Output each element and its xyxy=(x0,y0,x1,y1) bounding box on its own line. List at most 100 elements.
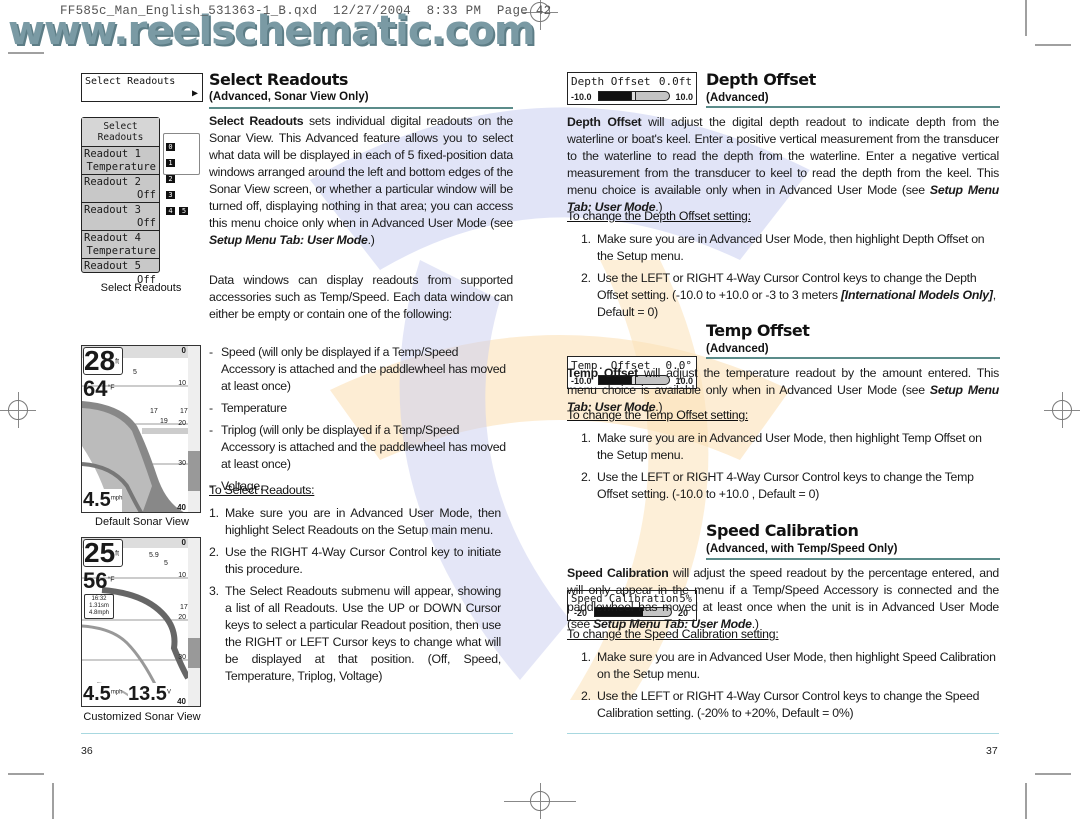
speed-readout: 4.5mph xyxy=(83,489,123,512)
widget-value: 0.0ft xyxy=(658,75,692,88)
step-text: Use the RIGHT 4-Way Cursor Control key t… xyxy=(225,545,501,576)
right-triangle-icon: ▶ xyxy=(191,88,198,99)
select-readouts-steps: 1. Make sure you are in Advanced User Mod… xyxy=(209,505,501,690)
temp-readout: 64°F xyxy=(83,376,115,402)
temp-value: 56 xyxy=(83,568,108,593)
readout-value: Temperature xyxy=(86,161,156,173)
readouts-panel: Select Readouts Readout 1 Temperature Rea… xyxy=(81,117,160,286)
step-number: 2. xyxy=(581,470,591,484)
speed-calibration-description: Speed Calibration will adjust the speed … xyxy=(567,565,999,633)
readouts-caption: Select Readouts xyxy=(100,282,182,294)
fish-label: 5.9 xyxy=(149,552,159,559)
scale-label: 20 xyxy=(178,420,186,427)
desc-bold: Speed Calibration xyxy=(567,566,669,580)
readout-name: Readout 1 xyxy=(84,148,141,160)
select-readouts-subtitle: (Advanced, Sonar View Only) xyxy=(209,91,369,103)
fish-label: 5 xyxy=(164,560,168,567)
list-item: Triplog (will only be displayed if a Tem… xyxy=(209,422,513,473)
desc-bold: Depth Offset xyxy=(567,115,642,129)
readout-name: Readout 3 xyxy=(84,204,141,216)
file-header: FF585c_Man_English_531363-1_B.qxd 12/27/… xyxy=(60,4,552,18)
depth-offset-widget[interactable]: Depth Offset 0.0ft -10.0 10.0 xyxy=(567,72,697,105)
temp-offset-steps: 1. Make sure you are in Advanced User Mod… xyxy=(581,430,999,508)
readout-position-map: 0 1 2 3 4 5 xyxy=(163,133,200,215)
readout-row-4[interactable]: Readout 4 Temperature xyxy=(82,231,159,259)
registration-mark-right xyxy=(1052,400,1072,420)
voltage-unit: V xyxy=(166,689,171,696)
default-sonar-caption: Default Sonar View xyxy=(95,516,189,528)
triplog-avg-speed: 4.8mph xyxy=(88,610,109,616)
widget-max: 10.0 xyxy=(675,92,693,102)
page-number-right: 37 xyxy=(986,745,998,757)
depth-offset-description: Depth Offset will adjust the digital dep… xyxy=(567,114,999,216)
crop-mark xyxy=(1025,0,1027,36)
fish-label: 17 xyxy=(180,408,188,415)
position-cell: 0 xyxy=(166,143,175,151)
step-text: Use the LEFT or RIGHT 4-Way Cursor Contr… xyxy=(597,689,980,720)
slider-track[interactable] xyxy=(598,91,670,101)
scale-label: 40 xyxy=(177,697,186,706)
step-item: 1. Make sure you are in Advanced User Mod… xyxy=(581,430,999,464)
intro-text: sets individual digital readouts on the … xyxy=(209,114,513,230)
speed-unit: mph xyxy=(110,495,123,502)
step-item: 2. Use the LEFT or RIGHT 4-Way Cursor Con… xyxy=(581,688,999,722)
select-readouts-intro: Select Readouts sets individual digital … xyxy=(209,113,513,249)
step-text: Make sure you are in Advanced User Mode,… xyxy=(225,506,501,537)
customized-sonar-view: 25ft 56°F 16:32 1.31sm 4.8mph 4.5mph 13.… xyxy=(81,537,201,707)
speed-calibration-title: Speed Calibration xyxy=(706,521,859,540)
step-item: 2. Use the LEFT or RIGHT 4-Way Cursor Con… xyxy=(581,270,999,321)
voltage-value: 13.5 xyxy=(128,683,167,705)
data-windows-paragraph: Data windows can display readouts from s… xyxy=(209,273,513,321)
fish-label: 17 xyxy=(150,408,158,415)
footer-rule-left xyxy=(81,733,513,734)
step-item: 3. The Select Readouts submenu will appea… xyxy=(209,583,501,685)
position-cell: 4 xyxy=(166,207,175,215)
sonar-color-bar-band xyxy=(188,638,200,668)
slider-thumb[interactable] xyxy=(631,92,636,100)
custom-sonar-caption: Customized Sonar View xyxy=(83,711,201,723)
readout-row-3[interactable]: Readout 3 Off xyxy=(82,203,159,231)
temp-readout: 56°F xyxy=(83,568,115,594)
speed-calibration-howto-heading: To change the Speed Calibration setting: xyxy=(567,627,779,641)
select-readouts-menu-item[interactable]: Select Readouts ▶ xyxy=(81,73,203,102)
step-text: Make sure you are in Advanced User Mode,… xyxy=(597,232,985,263)
depth-gridband xyxy=(142,428,188,434)
step-item: 1. Make sure you are in Advanced User Mod… xyxy=(581,231,999,265)
sonar-color-bar-band xyxy=(188,451,200,491)
step-item: 1. Make sure you are in Advanced User Mod… xyxy=(209,505,501,539)
depth-unit: ft xyxy=(115,550,120,558)
voltage-readout: 13.5V xyxy=(128,683,171,706)
readout-row-2[interactable]: Readout 2 Off xyxy=(82,175,159,203)
position-cell: 1 xyxy=(166,159,175,167)
temp-offset-title: Temp Offset xyxy=(706,321,810,340)
widget-label: Depth Offset xyxy=(571,75,651,88)
speed-calibration-steps: 1. Make sure you are in Advanced User Mod… xyxy=(581,649,999,727)
position-cell: 2 xyxy=(166,175,175,183)
step-item: 2. Use the RIGHT 4-Way Cursor Control key… xyxy=(209,544,501,578)
desc-bold: Temp Offset xyxy=(567,366,638,380)
step-text: Use the LEFT or RIGHT 4-Way Cursor Contr… xyxy=(597,470,974,501)
triplog-distance: 1.31sm xyxy=(89,603,109,609)
select-readouts-title: Select Readouts xyxy=(209,70,348,89)
readouts-panel-title: Select Readouts xyxy=(82,118,159,147)
step-number: 1. xyxy=(581,650,591,664)
depth-offset-title: Depth Offset xyxy=(706,70,816,89)
crop-mark xyxy=(1035,44,1071,46)
fish-label: 5 xyxy=(133,369,137,376)
readout-row-1[interactable]: Readout 1 Temperature xyxy=(82,147,159,175)
step-italic: [International Models Only] xyxy=(840,288,993,302)
readout-name: Readout 5 xyxy=(84,260,141,272)
crop-mark xyxy=(1035,773,1071,775)
second-return xyxy=(82,624,159,689)
intro-ref[interactable]: Setup Menu Tab: User Mode xyxy=(209,233,368,247)
step-number: 1. xyxy=(209,506,219,520)
registration-mark-left xyxy=(8,400,28,420)
depth-offset-howto-heading: To change the Depth Offset setting: xyxy=(567,209,751,223)
footer-rule-right xyxy=(567,733,999,734)
depth-value: 25 xyxy=(84,537,116,568)
section-rule xyxy=(706,106,1000,108)
crop-mark xyxy=(8,773,44,775)
list-item: Speed (will only be displayed if a Temp/… xyxy=(209,344,513,395)
scale-label: 10 xyxy=(178,572,186,579)
intro-end: .) xyxy=(367,233,375,247)
